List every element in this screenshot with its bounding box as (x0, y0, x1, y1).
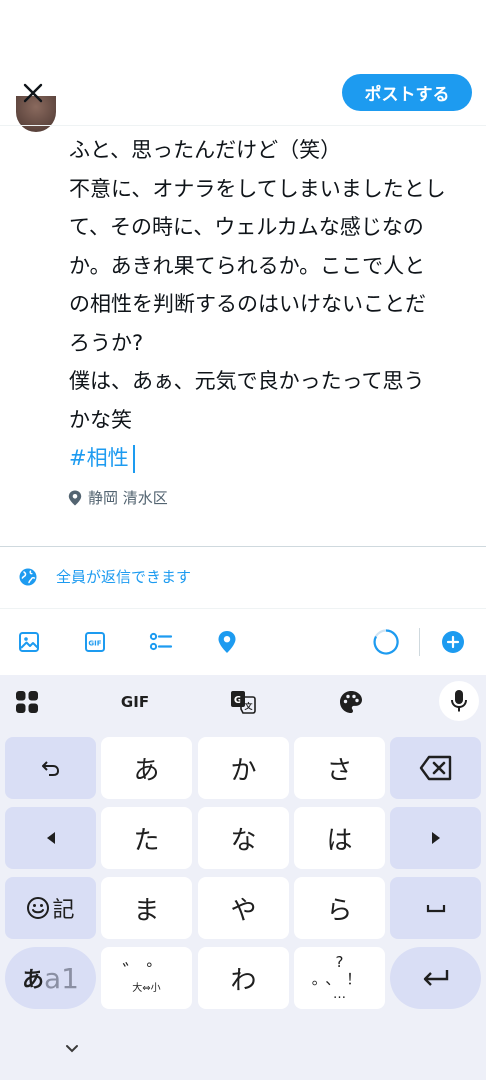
voice-input-button[interactable] (439, 681, 479, 721)
cursor-right-key[interactable] (390, 807, 481, 869)
key-ra[interactable]: ら (294, 877, 385, 939)
emoji-symbols-key[interactable]: 記 (5, 877, 96, 939)
svg-text:GIF: GIF (88, 640, 101, 648)
location-pin-icon (218, 631, 236, 653)
key-ta[interactable]: た (101, 807, 192, 869)
apps-grid-icon (16, 691, 38, 713)
enter-icon (423, 970, 448, 986)
header-divider (0, 125, 486, 126)
composer-line: ふと、思ったんだけど（笑） (69, 138, 342, 162)
translate-button[interactable]: G 文 (229, 683, 257, 721)
gif-keyboard-button[interactable]: GIF (116, 683, 154, 721)
location-label: 静岡 清水区 (88, 489, 168, 507)
apps-button[interactable] (14, 683, 40, 721)
composer-line: の相性を判断するのはいけないことだ (69, 292, 426, 316)
backspace-key[interactable] (390, 737, 481, 799)
composer-line: か。あきれ果てられるか。ここで人と (69, 253, 426, 278)
key-a[interactable]: あ (101, 737, 192, 799)
dakuten-key[interactable]: ゛゜ 大⇔小 (101, 947, 192, 1009)
image-icon (19, 632, 39, 652)
reply-setting[interactable]: 全員が返信できます (18, 566, 191, 587)
key-ha[interactable]: は (294, 807, 385, 869)
toolbar-separator (419, 628, 420, 656)
undo-icon (41, 761, 59, 776)
add-location-button[interactable] (214, 629, 240, 655)
punct-bottom-label: … (333, 987, 346, 1002)
theme-button[interactable] (338, 683, 364, 721)
add-gif-button[interactable]: GIF (82, 629, 108, 655)
symbols-label: 記 (52, 898, 75, 923)
key-na[interactable]: な (198, 807, 289, 869)
add-poll-button[interactable] (148, 629, 174, 655)
poll-icon (149, 632, 173, 651)
post-button[interactable]: ポストする (342, 74, 472, 111)
space-key[interactable] (390, 877, 481, 939)
location-tag[interactable]: 静岡 清水区 (68, 487, 168, 508)
space-icon (426, 905, 445, 913)
gif-icon: GIF (85, 632, 105, 652)
mode-alpha-label: a1 (44, 961, 79, 995)
key-ma[interactable]: ま (101, 877, 192, 939)
composer-line: て、その時に、ウェルカムな感じなの (69, 215, 424, 239)
progress-ring-icon (373, 629, 399, 655)
keyboard-top-bar: GIF G 文 (0, 675, 486, 730)
close-icon (23, 83, 43, 103)
add-image-button[interactable] (16, 629, 42, 655)
svg-text:文: 文 (245, 701, 254, 711)
globe-icon (19, 568, 37, 585)
input-mode-key[interactable]: あ a1 (5, 947, 96, 1009)
reply-setting-label: 全員が返信できます (56, 568, 192, 586)
size-toggle-label: 大⇔小 (132, 983, 161, 994)
location-pin-icon (68, 490, 82, 505)
triangle-left-icon (46, 832, 55, 844)
triangle-right-icon (431, 832, 440, 844)
ime-keyboard: GIF G 文 あ か さ た な は 記 ま や ら あ a1 ゛゜ 大⇔小 … (0, 675, 486, 1080)
microphone-icon (451, 690, 467, 712)
punct-mid-label: 。、！ (311, 970, 368, 988)
composer-line: 僕は、あぁ、元気で良かったって思う (69, 369, 425, 393)
divider (0, 546, 486, 547)
emoji-icon (27, 897, 50, 919)
key-wa[interactable]: わ (198, 947, 289, 1009)
close-button[interactable] (18, 78, 48, 108)
backspace-icon (419, 755, 451, 781)
key-ya[interactable]: や (198, 877, 289, 939)
mode-kana-label: あ (22, 968, 45, 993)
character-count-ring (371, 627, 401, 657)
post-composer[interactable]: ふと、思ったんだけど（笑） 不意に、オナラをしてしまいましたとし て、その時に、… (69, 131, 469, 478)
enter-key[interactable] (390, 947, 481, 1009)
add-post-button[interactable] (440, 629, 466, 655)
chevron-down-icon (66, 1045, 78, 1053)
compose-header: ポストする (0, 0, 486, 132)
dakuten-label: ゛゜ (122, 960, 171, 984)
composer-line: ろうか? (69, 330, 144, 355)
cursor-left-key[interactable] (5, 807, 96, 869)
hashtag[interactable]: #相性 (69, 446, 129, 470)
add-post-icon (442, 631, 464, 653)
compose-toolbar: GIF (0, 609, 486, 675)
composer-line: 不意に、オナラをしてしまいましたとし (69, 176, 446, 201)
composer-line: かな笑 (69, 407, 132, 432)
palette-icon (340, 691, 362, 713)
collapse-keyboard-button[interactable] (63, 1040, 81, 1058)
text-caret (132, 445, 135, 473)
translate-icon: G 文 (231, 691, 256, 714)
key-sa[interactable]: さ (294, 737, 385, 799)
key-ka[interactable]: か (198, 737, 289, 799)
undo-key[interactable] (5, 737, 96, 799)
punct-top-label: ? (335, 953, 344, 971)
punctuation-key[interactable]: ? 。、！ … (294, 947, 385, 1009)
hashtag-line: #相性 (69, 439, 469, 478)
